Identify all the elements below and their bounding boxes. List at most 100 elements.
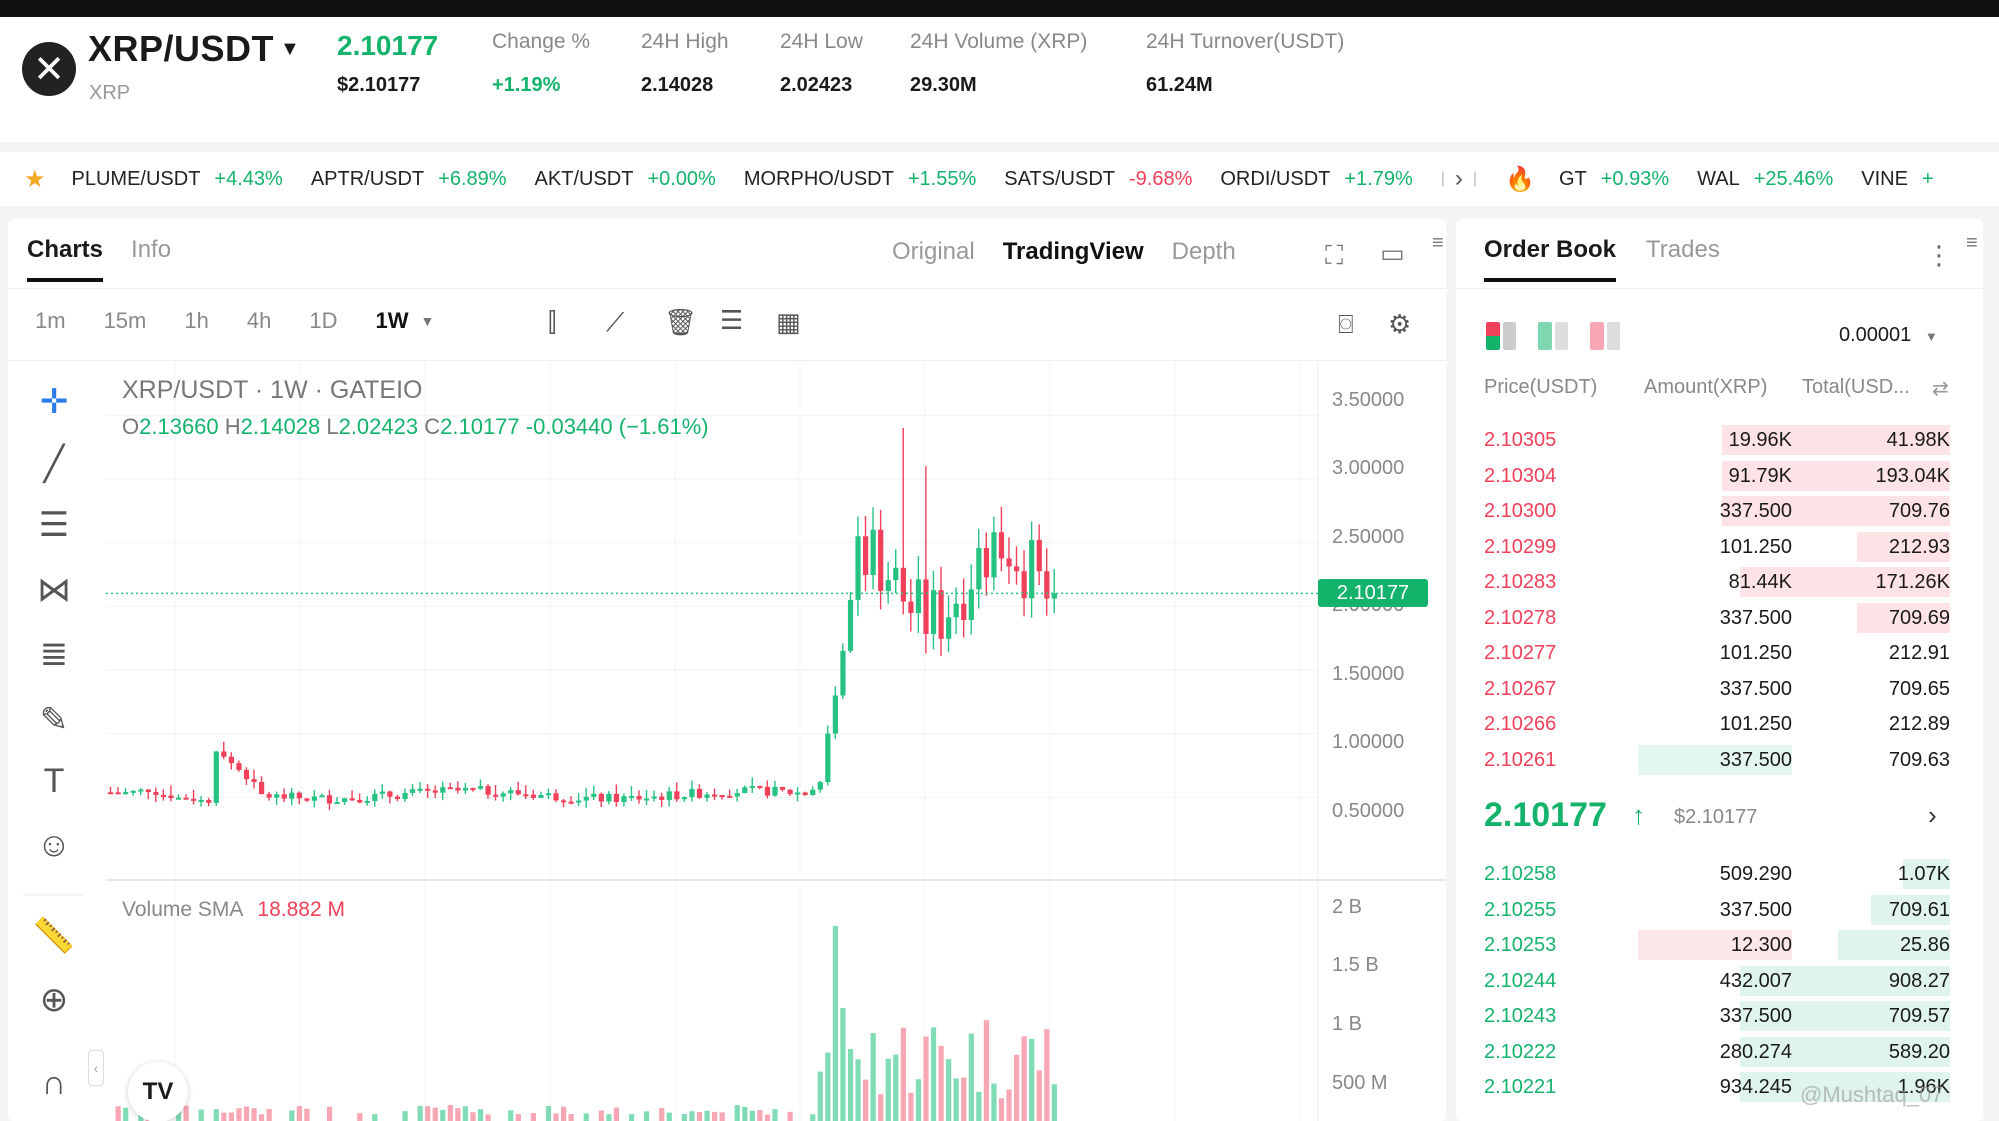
candle-body	[915, 579, 922, 614]
ask-row[interactable]: 2.10267 337.500 709.65	[1484, 672, 1950, 707]
ohlc-label: H	[224, 414, 241, 439]
candle-body	[1006, 558, 1012, 567]
tradingview-logo[interactable]: TV	[128, 1062, 188, 1121]
watermark-text: @Mushtaq_07	[1800, 1082, 1944, 1107]
candle-body	[1044, 571, 1050, 599]
volume-bar	[561, 1106, 567, 1121]
order-book-modes	[1486, 322, 1620, 350]
row-amount: 101.250	[1719, 535, 1792, 558]
header-total: Total(USD...	[1802, 376, 1910, 398]
ask-row[interactable]: 2.10300 337.500 709.76	[1484, 494, 1950, 529]
ask-row[interactable]: 2.10261 337.500 709.63	[1484, 743, 1950, 778]
ask-row[interactable]: 2.10305 19.96K 41.98K	[1484, 423, 1950, 458]
candle-body	[470, 788, 476, 791]
drag-handle-icon[interactable]: ≡	[1966, 232, 1978, 255]
chevron-down-icon: ▼	[1924, 329, 1938, 344]
mode-asks-icon[interactable]	[1590, 322, 1620, 350]
ask-row[interactable]: 2.10283 81.44K 171.26K	[1484, 565, 1950, 600]
precision-select[interactable]: 0.00001 ▼	[1839, 324, 1938, 347]
candle-body	[304, 798, 310, 801]
candle-body	[636, 796, 642, 800]
ask-row[interactable]: 2.10266 101.250 212.89	[1484, 707, 1950, 742]
candle-body	[538, 794, 544, 798]
candle-body	[946, 617, 952, 639]
candle-body	[372, 793, 378, 801]
volume-tick: 1 B	[1332, 1013, 1363, 1035]
ask-row[interactable]: 2.10299 101.250 212.93	[1484, 530, 1950, 565]
volume-bar	[644, 1111, 650, 1121]
bid-row[interactable]: 2.10222 280.274 589.20	[1484, 1035, 1950, 1070]
more-options-icon[interactable]: ⋮	[1926, 240, 1952, 271]
bid-row[interactable]: 2.10255 337.500 709.61	[1484, 893, 1950, 928]
candle-body	[576, 800, 582, 803]
volume-bar	[772, 1109, 778, 1121]
row-price: 2.10277	[1484, 642, 1557, 664]
row-amount: 91.79K	[1728, 464, 1792, 487]
candle-body	[991, 532, 997, 578]
candle-body	[606, 793, 612, 802]
volume-bar	[259, 1114, 265, 1121]
bid-row[interactable]: 2.10258 509.290 1.07K	[1484, 857, 1950, 892]
row-total: 908.27	[1888, 969, 1950, 992]
row-price: 2.10283	[1484, 571, 1557, 593]
candle-body	[704, 794, 710, 798]
candle-body	[696, 788, 703, 798]
volume-bar	[938, 1045, 944, 1121]
row-total: 709.63	[1888, 748, 1950, 771]
volume-bar	[1029, 1038, 1035, 1121]
candle-body	[840, 650, 846, 696]
volume-bar	[983, 1020, 989, 1121]
candle-body	[666, 791, 672, 800]
chevron-right-icon[interactable]: ›	[1928, 800, 1937, 831]
candle-body	[191, 798, 197, 801]
bid-row[interactable]: 2.10244 432.007 908.27	[1484, 964, 1950, 999]
tab-trades[interactable]: Trades	[1646, 236, 1720, 282]
ohlc-close: 2.10177	[440, 414, 520, 439]
ask-row[interactable]: 2.10277 101.250 212.91	[1484, 636, 1950, 671]
candle-body	[410, 789, 416, 793]
volume-bar	[221, 1112, 227, 1121]
candle-body	[787, 789, 793, 795]
volume-bar	[870, 1033, 876, 1121]
row-amount: 101.250	[1719, 713, 1792, 735]
candle-body	[976, 547, 982, 590]
candle-body	[213, 751, 219, 803]
candle-body	[508, 790, 514, 794]
candle-body	[198, 800, 204, 803]
volume-bar	[930, 1027, 937, 1121]
volume-bar	[764, 1114, 771, 1121]
row-amount: 19.96K	[1728, 429, 1792, 451]
candle-body	[417, 788, 423, 791]
candle-body	[878, 529, 884, 591]
bid-row[interactable]: 2.10243 337.500 709.57	[1484, 999, 1950, 1034]
volume-bar	[115, 1106, 121, 1121]
candle-body	[183, 797, 189, 800]
row-price: 2.10261	[1484, 748, 1557, 771]
volume-bar	[689, 1111, 695, 1121]
volume-bar	[840, 1008, 846, 1121]
mode-both-icon[interactable]	[1486, 322, 1516, 350]
candle-body	[259, 781, 265, 795]
ohlc-high: 2.14028	[240, 414, 321, 439]
row-total: 193.04K	[1875, 464, 1950, 487]
mode-bids-icon[interactable]	[1538, 322, 1568, 350]
bid-row[interactable]: 2.10253 12.300 25.86	[1484, 928, 1950, 963]
candle-body	[908, 601, 914, 614]
volume-bar	[1051, 1084, 1057, 1121]
candle-body	[477, 786, 484, 789]
ask-row[interactable]: 2.10304 91.79K 193.04K	[1484, 459, 1950, 494]
volume-bar	[855, 1059, 861, 1121]
ask-row[interactable]: 2.10278 337.500 709.69	[1484, 601, 1950, 636]
candle-body	[613, 793, 620, 803]
candle-body	[289, 792, 295, 799]
candle-body	[734, 793, 740, 797]
tab-order-book[interactable]: Order Book	[1484, 236, 1617, 282]
candle-body	[115, 792, 121, 795]
volume-bar	[893, 1054, 899, 1121]
swap-icon[interactable]: ⇄	[1932, 376, 1949, 401]
candle-body	[568, 801, 574, 804]
candle-body	[243, 769, 250, 780]
volume-bar	[289, 1110, 295, 1121]
candle-body	[153, 792, 159, 795]
volume-bar	[885, 1058, 891, 1121]
